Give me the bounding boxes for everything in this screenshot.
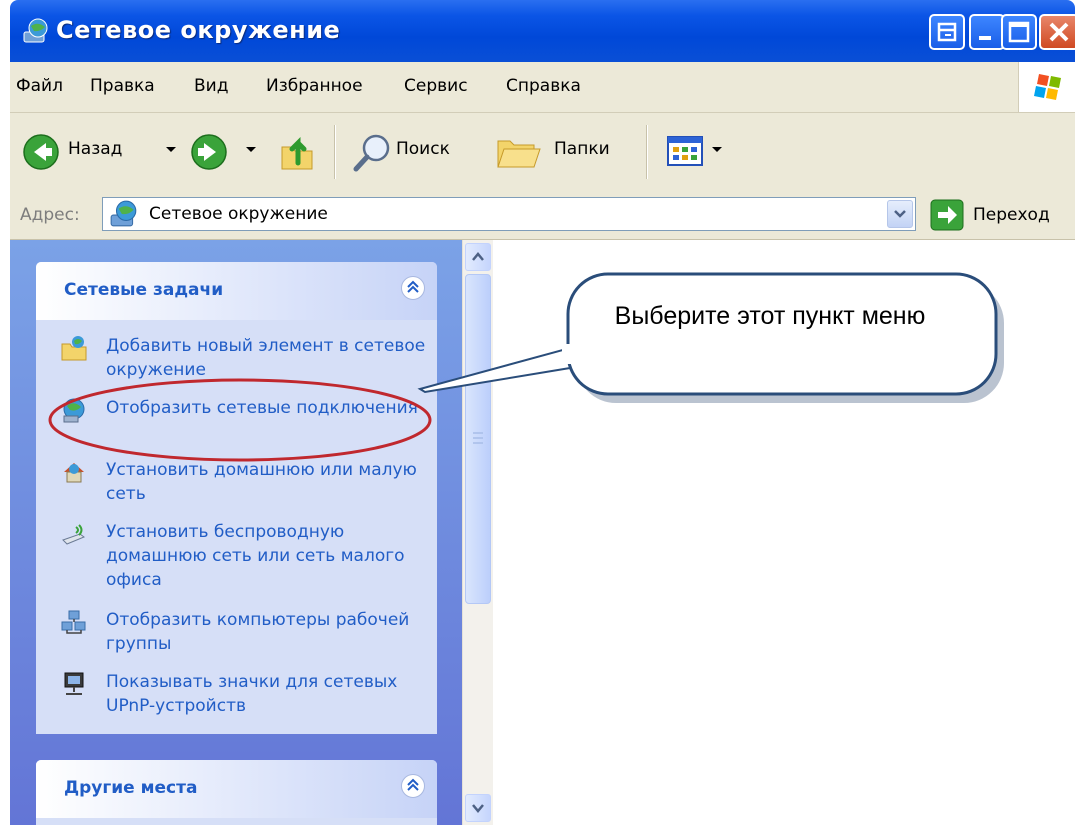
search-button[interactable]: Поиск [396, 139, 450, 159]
network-tasks-panel: Сетевые задачи Добавить новый элемент в … [36, 262, 437, 734]
vertical-scrollbar[interactable] [462, 240, 493, 825]
search-icon[interactable] [350, 131, 394, 175]
task-setup-wireless-network[interactable]: Установить беспроводную домашнюю сеть ил… [60, 520, 420, 598]
toolbar-separator [646, 125, 648, 179]
forward-dropdown-arrow-icon[interactable] [246, 147, 256, 152]
network-tasks-header[interactable]: Сетевые задачи [36, 262, 437, 320]
address-value: Сетевое окружение [149, 204, 328, 224]
windows-logo-icon [1018, 62, 1075, 112]
menu-tools[interactable]: Сервис [404, 76, 468, 96]
address-dropdown-button[interactable] [887, 200, 913, 228]
workgroup-computers-icon [61, 610, 86, 634]
scroll-thumb[interactable] [465, 274, 491, 604]
chevron-up-icon [472, 252, 484, 261]
task-pane: Сетевые задачи Добавить новый элемент в … [10, 240, 462, 825]
menu-view[interactable]: Вид [194, 76, 228, 96]
other-places-panel: Другие места [36, 760, 437, 825]
address-label: Адрес: [20, 205, 80, 225]
task-label[interactable]: Установить беспроводную домашнюю сеть ил… [106, 520, 426, 592]
folders-button[interactable]: Папки [554, 139, 610, 159]
task-label[interactable]: Показывать значки для сетевых UPnP-устро… [106, 670, 426, 718]
chevron-up-double-icon [407, 280, 419, 293]
back-dropdown-arrow-icon[interactable] [166, 147, 176, 152]
task-label[interactable]: Отобразить компьютеры рабочей группы [106, 608, 426, 656]
maximize-icon [1008, 21, 1030, 43]
toolbar: Назад Поиск Папки [10, 113, 1075, 192]
task-label[interactable]: Установить домашнюю или малую сеть [106, 458, 426, 506]
collapse-button[interactable] [401, 276, 425, 300]
callout-text: Выберите этот пункт меню [614, 302, 926, 330]
maximize-button[interactable] [1001, 14, 1037, 50]
network-tasks-title: Сетевые задачи [64, 280, 224, 300]
explorer-window: Сетевое окружение Файл Правка Вид Избран… [10, 0, 1075, 825]
back-button[interactable]: Назад [68, 139, 122, 159]
scroll-down-button[interactable] [465, 794, 491, 822]
scroll-up-button[interactable] [465, 243, 491, 271]
network-places-icon [110, 200, 137, 227]
other-places-header[interactable]: Другие места [36, 760, 437, 818]
views-dropdown-arrow-icon[interactable] [712, 147, 722, 152]
go-button[interactable]: Переход [973, 205, 1050, 225]
collapse-button[interactable] [401, 774, 425, 798]
other-places-title: Другие места [64, 778, 198, 798]
window-title: Сетевое окружение [56, 16, 341, 44]
go-arrow-icon[interactable] [930, 199, 964, 231]
menu-bar: Файл Правка Вид Избранное Сервис Справка [10, 62, 1075, 113]
up-folder-icon[interactable] [278, 133, 318, 173]
task-add-network-place[interactable]: Добавить новый элемент в сетевое окружен… [60, 334, 425, 386]
task-show-network-connections[interactable]: Отобразить сетевые подключения [60, 396, 420, 448]
menu-file[interactable]: Файл [16, 76, 63, 96]
minimize-icon [979, 36, 991, 40]
upnp-devices-icon [64, 672, 84, 695]
title-bar[interactable]: Сетевое окружение [10, 0, 1075, 62]
toolbar-separator [334, 125, 336, 179]
forward-arrow-icon[interactable] [190, 133, 228, 171]
views-icon[interactable] [666, 133, 706, 169]
menu-favorites[interactable]: Избранное [266, 76, 363, 96]
home-network-icon [64, 463, 84, 483]
chevron-up-double-icon [407, 778, 419, 791]
help-icon [937, 22, 957, 42]
menu-help[interactable]: Справка [506, 76, 581, 96]
task-show-workgroup-computers[interactable]: Отобразить компьютеры рабочей группы [60, 608, 420, 660]
task-show-upnp-icons[interactable]: Показывать значки для сетевых UPnP-устро… [60, 670, 420, 722]
close-button[interactable] [1039, 14, 1075, 50]
menu-edit[interactable]: Правка [90, 76, 155, 96]
folders-icon[interactable] [494, 133, 544, 173]
help-button[interactable] [929, 14, 965, 50]
close-icon [1049, 22, 1069, 42]
network-connections-icon [63, 398, 85, 423]
address-input[interactable]: Сетевое окружение [102, 197, 916, 231]
chevron-down-icon [894, 210, 906, 218]
task-label[interactable]: Отобразить сетевые подключения [106, 396, 426, 420]
task-setup-home-network[interactable]: Установить домашнюю или малую сеть [60, 458, 420, 510]
chevron-down-icon [472, 804, 484, 813]
grip-icon [473, 432, 483, 444]
task-label[interactable]: Добавить новый элемент в сетевое окружен… [106, 334, 426, 382]
network-places-icon [23, 18, 48, 43]
add-network-place-icon [61, 336, 87, 361]
wireless-network-icon [62, 524, 86, 545]
back-arrow-icon[interactable] [22, 133, 60, 171]
address-bar: Адрес: Сетевое окружение Переход [10, 191, 1075, 240]
minimize-button[interactable] [969, 14, 1005, 50]
